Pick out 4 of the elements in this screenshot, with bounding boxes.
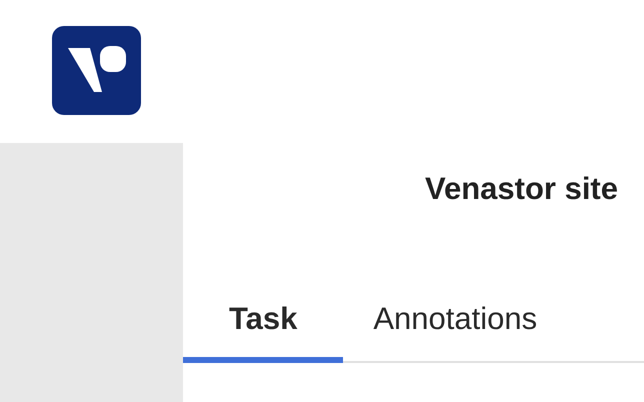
logo-icon [52, 26, 141, 115]
site-title: Venastor site [425, 170, 619, 207]
tab[interactable]: Annotations [343, 301, 568, 363]
tab[interactable]: Task [183, 301, 344, 363]
